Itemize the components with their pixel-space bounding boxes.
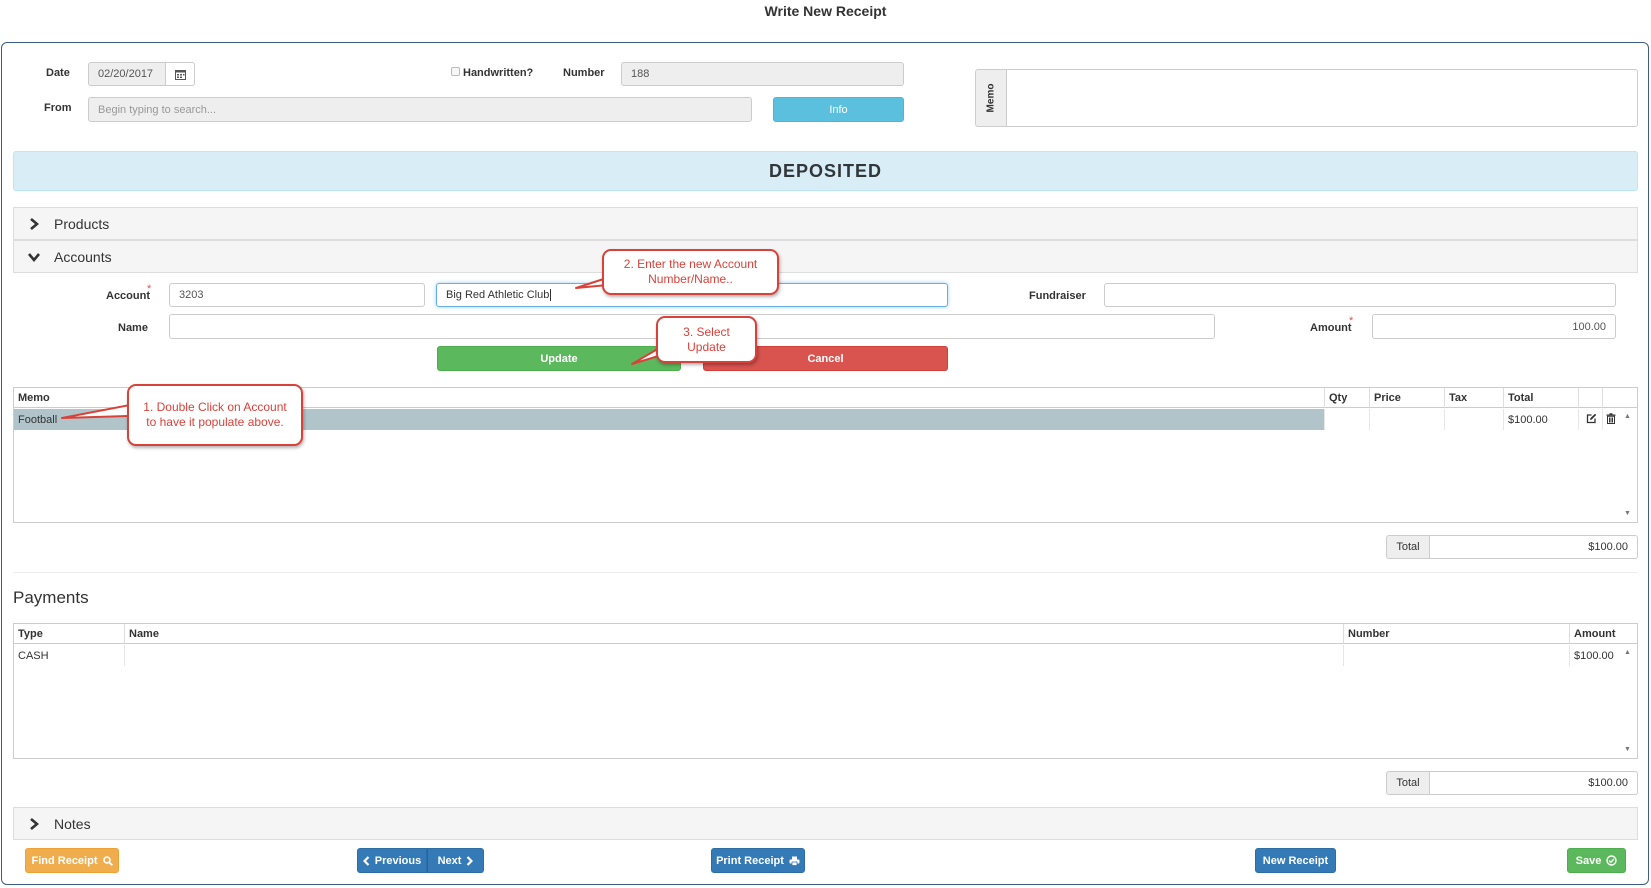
callout-step-3: 3. Select Update — [656, 316, 757, 363]
callout-step-1: 1. Double Click on Account to have it po… — [127, 384, 303, 446]
callout-step-2: 2. Enter the new Account Number/Name.. — [602, 249, 779, 295]
callout-1-pointer — [61, 404, 131, 419]
